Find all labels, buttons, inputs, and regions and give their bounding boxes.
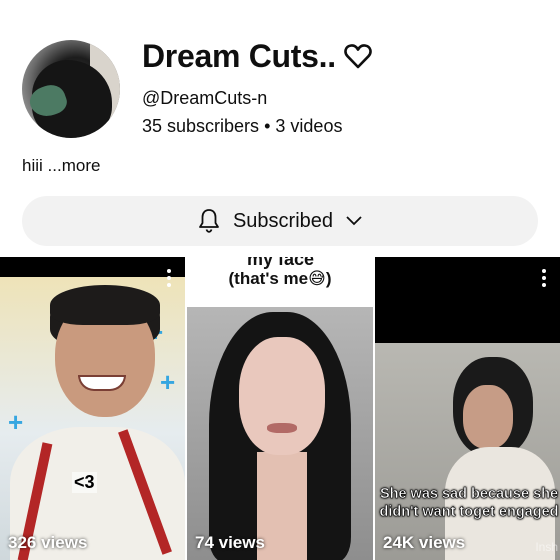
short-caption-3: She was sad because she didn't want toge…: [379, 486, 559, 521]
short-thumbnail-3[interactable]: She was sad because she didn't want toge…: [375, 257, 560, 560]
description-text: hiii: [22, 156, 43, 175]
channel-avatar[interactable]: [22, 40, 120, 138]
subscribed-button[interactable]: Subscribed: [22, 196, 538, 246]
short-thumbnail-2[interactable]: my face (that's me😅) 74 views: [187, 257, 373, 560]
chevron-down-icon[interactable]: [345, 215, 363, 227]
channel-name-text: Dream Cuts..: [142, 38, 336, 74]
description-more-link[interactable]: ...more: [48, 156, 101, 175]
short-views-2: 74 views: [195, 533, 265, 552]
more-options-icon[interactable]: [167, 269, 171, 287]
shorts-grid: + + + <3 326 views my face (that's me😅) …: [0, 257, 560, 560]
short-caption-1: <3: [72, 472, 97, 493]
channel-description[interactable]: hiii ...more: [22, 156, 100, 176]
short-views-1: 326 views: [8, 533, 88, 552]
short-views-3: 24K views: [383, 533, 466, 552]
bell-icon: [199, 209, 219, 233]
channel-stats: 35 subscribers • 3 videos: [142, 116, 342, 137]
stats-separator: •: [264, 116, 271, 136]
subscribed-label: Subscribed: [232, 209, 334, 232]
channel-handle: @DreamCuts-n: [142, 88, 268, 108]
channel-name: Dream Cuts..: [142, 38, 373, 75]
subscriber-count: 35 subscribers: [142, 116, 260, 136]
watermark-text: Insh: [535, 540, 558, 554]
video-count: 3 videos: [275, 116, 343, 136]
short-caption-2: (that's me😅): [228, 269, 332, 288]
short-thumbnail-1[interactable]: + + + <3 326 views: [0, 257, 185, 560]
heart-icon: [344, 44, 373, 69]
more-options-icon[interactable]: [542, 269, 546, 287]
